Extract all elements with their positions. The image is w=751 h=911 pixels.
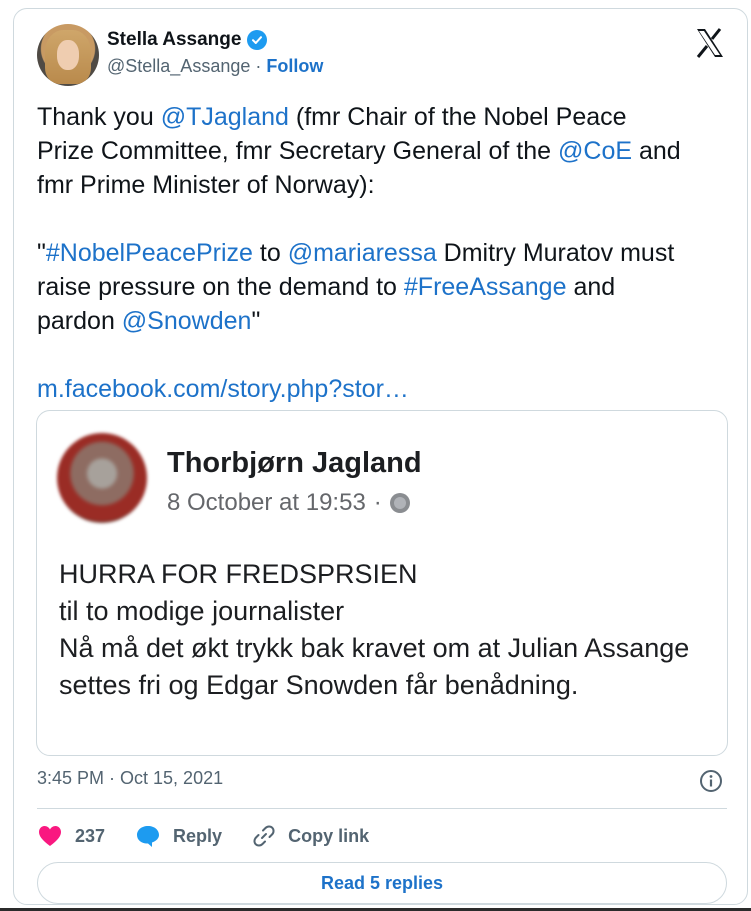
author-handle[interactable]: @Stella_Assange: [107, 56, 250, 76]
tweet-link[interactable]: @CoE: [558, 137, 632, 165]
tweet-link[interactable]: @Snowden: [122, 307, 252, 335]
tweet-text-segment: ": [251, 307, 261, 335]
embed-meta: 8 October at 19:53 ·: [167, 489, 410, 517]
embed-dot: ·: [373, 489, 382, 516]
tweet-timestamp[interactable]: 3:45 PM · Oct 15, 2021: [37, 768, 223, 789]
globe-icon: [389, 493, 410, 513]
avatar-face: [57, 40, 79, 70]
embed-line: Nå må det økt trykk bak kravet om at Jul…: [59, 633, 690, 663]
read-replies-button[interactable]: Read 5 replies: [37, 862, 727, 904]
verified-badge-icon: [247, 30, 268, 50]
tweet-link[interactable]: m.facebook.com/story.php?stor…: [37, 375, 409, 403]
tweet-link[interactable]: @mariaressa: [288, 239, 437, 267]
reply-bubble-icon: [137, 826, 160, 847]
embed-body: HURRA FOR FREDSPRSIEN til to modige jour…: [59, 556, 727, 704]
tweet-text: Thank you @TJagland (fmr Chair of the No…: [37, 100, 727, 406]
link-icon: [253, 825, 275, 847]
follow-button[interactable]: Follow: [266, 56, 323, 76]
tweet-text-segment: Thank you: [37, 103, 161, 131]
tweet-link[interactable]: #FreeAssange: [404, 273, 567, 301]
action-bar: 237 Reply Copy link: [37, 822, 399, 850]
reply-label: Reply: [173, 825, 223, 846]
tweet-link[interactable]: #NobelPeacePrize: [46, 239, 253, 267]
like-count: 237: [75, 825, 106, 846]
info-icon[interactable]: [699, 769, 723, 793]
tweet-link[interactable]: @TJagland: [161, 103, 289, 131]
handle-row: @Stella_Assange · Follow: [107, 56, 323, 77]
embed-author-name: Thorbjørn Jagland: [167, 447, 422, 479]
embed-date: 8 October at 19:53: [167, 489, 366, 516]
embed-line: til to modige journalister: [59, 596, 345, 626]
divider: [37, 808, 727, 809]
embed-line: settes fri og Edgar Snowden får benådnin…: [59, 670, 579, 700]
reply-button[interactable]: Reply: [135, 824, 222, 848]
embed-line: HURRA FOR FREDSPRSIEN: [59, 559, 418, 589]
like-button[interactable]: 237: [37, 824, 105, 848]
embed-author-avatar: [57, 433, 147, 523]
handle-separator: ·: [255, 56, 262, 76]
heart-icon: [39, 826, 61, 846]
tweet-text-segment: to: [252, 239, 288, 267]
author-name-row[interactable]: Stella Assange: [107, 29, 268, 51]
author-avatar[interactable]: [37, 24, 99, 86]
embedded-post-card[interactable]: Thorbjørn Jagland 8 October at 19:53 · H…: [36, 410, 728, 756]
copy-link-label: Copy link: [288, 825, 370, 846]
author-name[interactable]: Stella Assange: [107, 29, 241, 51]
x-logo-icon[interactable]: [693, 26, 727, 60]
copy-link-button[interactable]: Copy link: [252, 824, 369, 848]
